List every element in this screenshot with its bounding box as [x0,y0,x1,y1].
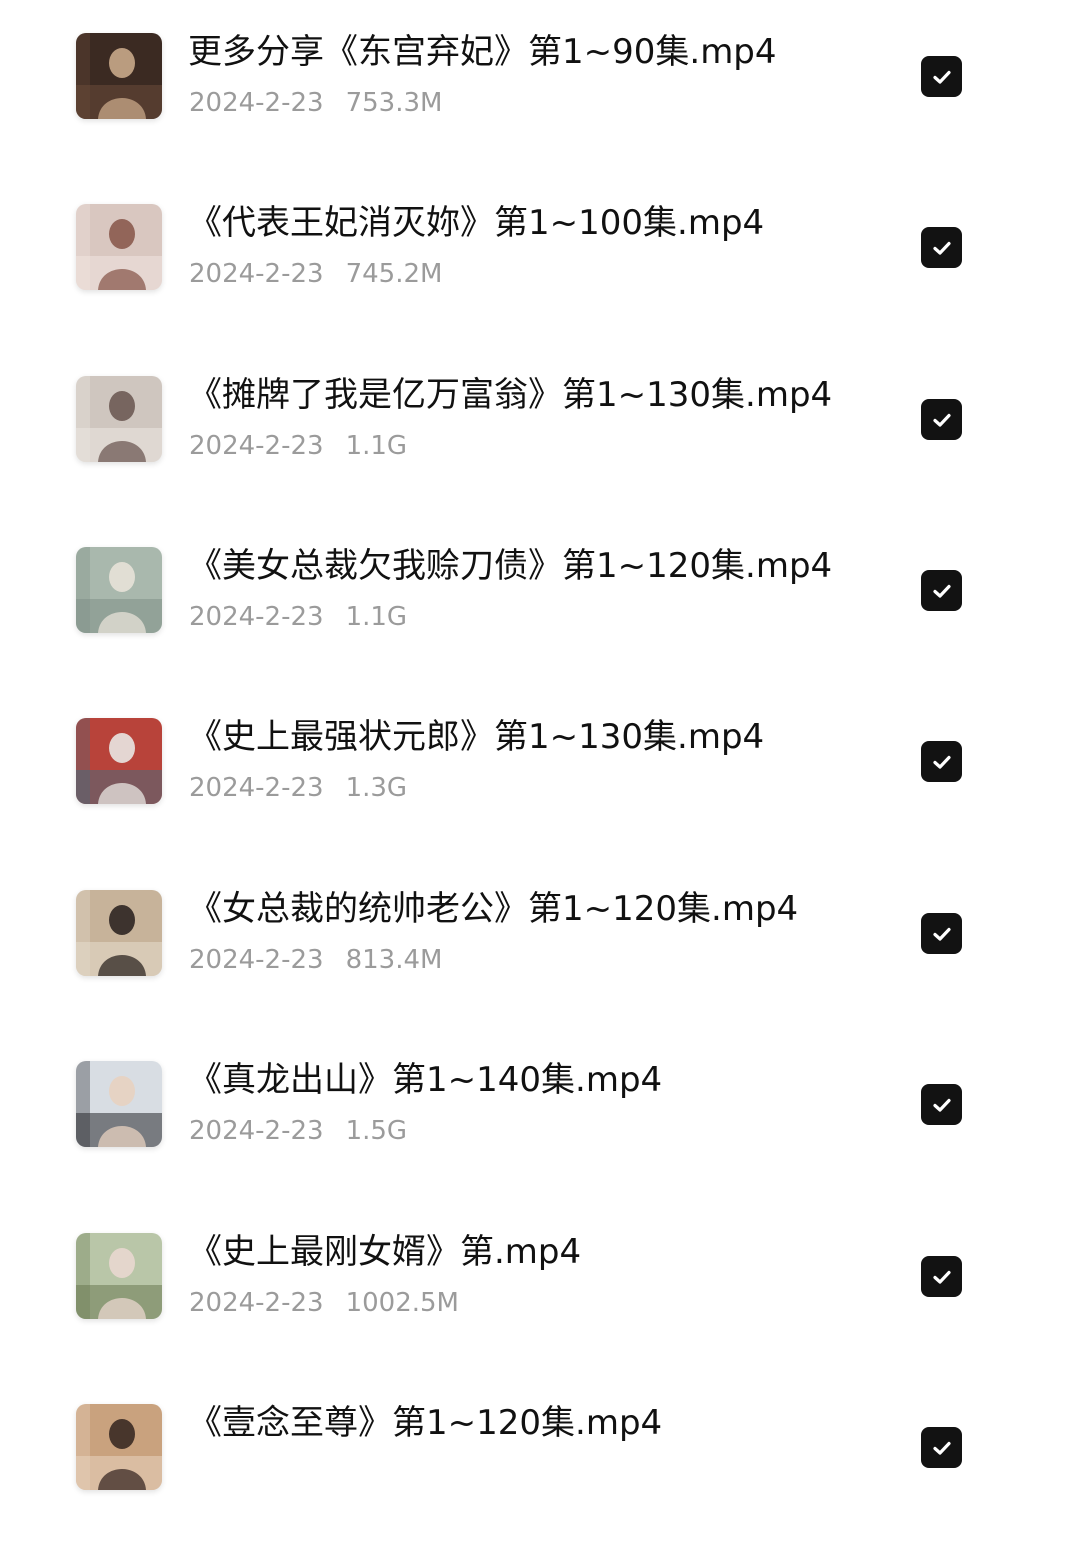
file-size: 813.4M [345,945,443,975]
file-meta: 2024-2-23 1.3G [189,771,407,805]
video-thumbnail[interactable] [76,547,162,633]
select-checkbox[interactable] [921,399,962,440]
select-checkbox[interactable] [921,1256,962,1297]
video-thumbnail[interactable] [76,33,162,119]
select-checkbox[interactable] [921,56,962,97]
file-list: 更多分享《东宫弃妃》第1~90集.mp4 2024-2-23 753.3M 《代表王妃… [0,0,1080,1490]
file-date: 2024-2-23 [189,1116,324,1146]
file-name: 《史上最强状元郎》第1~130集.mp4 [188,717,765,757]
check-icon [932,1098,951,1112]
check-icon [932,755,951,769]
file-meta: 2024-2-23 813.4M [189,943,442,977]
check-icon [932,1441,951,1455]
file-size: 1.1G [345,431,408,461]
file-meta: 2024-2-23 1.5G [189,1114,407,1148]
file-date: 2024-2-23 [189,1288,324,1318]
video-thumbnail[interactable] [76,1404,162,1490]
file-name: 《史上最刚女婿》第.mp4 [188,1232,582,1272]
file-row[interactable]: 《摊牌了我是亿万富翁》第1~130集.mp4 2024-2-23 1.1G [0,343,1080,514]
check-icon [932,70,951,84]
file-name: 《真龙出山》第1~140集.mp4 [188,1060,663,1100]
file-size: 753.3M [345,88,443,118]
select-checkbox[interactable] [921,570,962,611]
select-checkbox[interactable] [921,1427,962,1468]
check-icon [932,1270,951,1284]
file-meta: 2024-2-23 1002.5M [189,1286,459,1320]
file-meta: 2024-2-23 745.2M [189,257,442,291]
video-thumbnail[interactable] [76,1233,162,1319]
file-date: 2024-2-23 [189,259,324,289]
file-date: 2024-2-23 [189,602,324,632]
file-name: 《摊牌了我是亿万富翁》第1~130集.mp4 [188,375,833,415]
file-size: 1.5G [345,1116,408,1146]
file-name: 《代表王妃消灭妳》第1~100集.mp4 [188,203,765,243]
select-checkbox[interactable] [921,1084,962,1125]
video-thumbnail[interactable] [76,718,162,804]
select-checkbox[interactable] [921,227,962,268]
file-row[interactable]: 《代表王妃消灭妳》第1~100集.mp4 2024-2-23 745.2M [0,171,1080,342]
file-meta: 2024-2-23 1.1G [189,600,407,634]
file-size: 745.2M [345,259,443,289]
file-date: 2024-2-23 [189,945,324,975]
file-row[interactable]: 《壹念至尊》第1~120集.mp4 [0,1371,1080,1542]
check-icon [932,413,951,427]
file-size: 1.1G [345,602,408,632]
file-date: 2024-2-23 [189,431,324,461]
file-row[interactable]: 《真龙出山》第1~140集.mp4 2024-2-23 1.5G [0,1028,1080,1199]
file-meta: 2024-2-23 1.1G [189,429,407,463]
file-date: 2024-2-23 [189,88,324,118]
file-size: 1002.5M [345,1288,459,1318]
select-checkbox[interactable] [921,913,962,954]
video-thumbnail[interactable] [76,1061,162,1147]
file-row[interactable]: 《史上最强状元郎》第1~130集.mp4 2024-2-23 1.3G [0,685,1080,856]
file-size: 1.3G [345,773,408,803]
file-name: 《女总裁的统帅老公》第1~120集.mp4 [188,889,799,929]
video-thumbnail[interactable] [76,376,162,462]
file-row[interactable]: 更多分享《东宫弃妃》第1~90集.mp4 2024-2-23 753.3M [0,0,1080,171]
file-row[interactable]: 《美女总裁欠我赊刀债》第1~120集.mp4 2024-2-23 1.1G [0,514,1080,685]
file-name: 《美女总裁欠我赊刀债》第1~120集.mp4 [188,546,833,586]
check-icon [932,241,951,255]
file-row[interactable]: 《史上最刚女婿》第.mp4 2024-2-23 1002.5M [0,1200,1080,1371]
file-meta: 2024-2-23 753.3M [189,86,442,120]
video-thumbnail[interactable] [76,204,162,290]
video-thumbnail[interactable] [76,890,162,976]
file-date: 2024-2-23 [189,773,324,803]
file-name: 更多分享《东宫弃妃》第1~90集.mp4 [188,32,777,72]
check-icon [932,584,951,598]
select-checkbox[interactable] [921,741,962,782]
file-row[interactable]: 《女总裁的统帅老公》第1~120集.mp4 2024-2-23 813.4M [0,857,1080,1028]
file-name: 《壹念至尊》第1~120集.mp4 [188,1403,663,1443]
check-icon [932,927,951,941]
